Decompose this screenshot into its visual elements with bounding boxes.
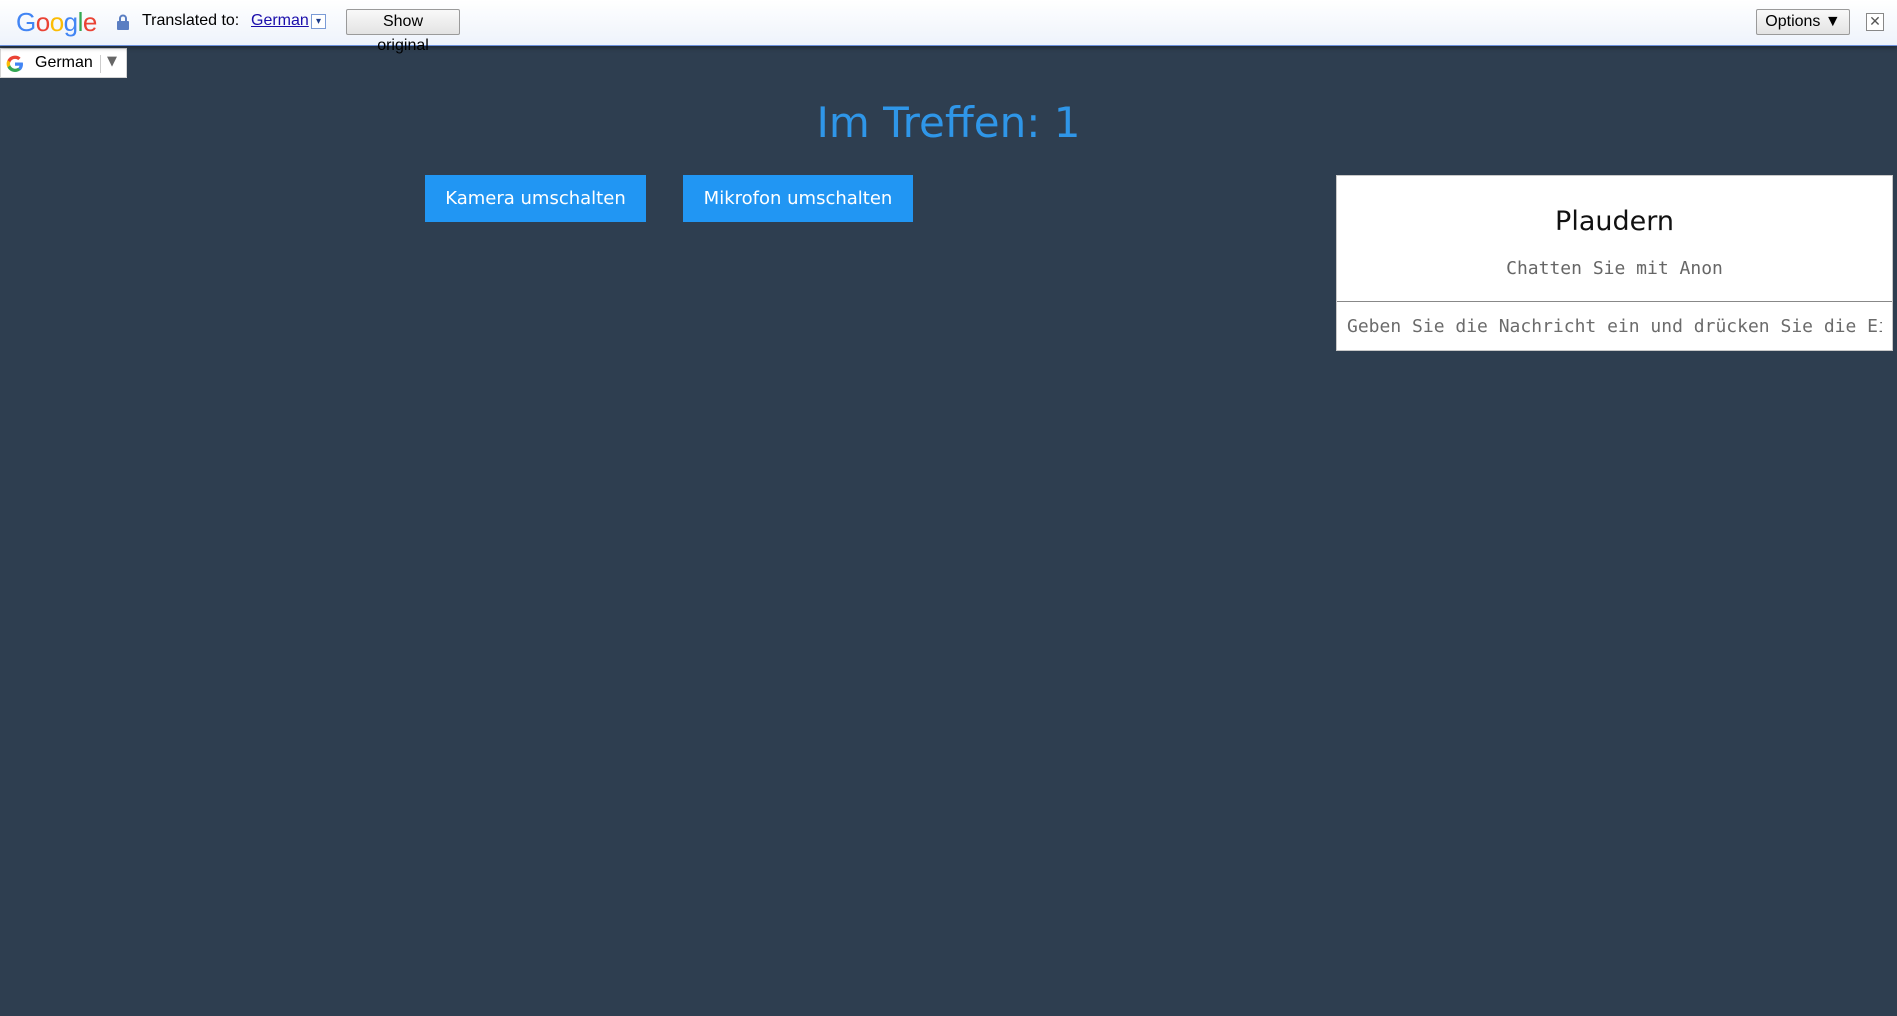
chevron-down-icon[interactable]: ▼ (107, 54, 117, 69)
translated-to-label: Translated to: (142, 12, 240, 29)
dropdown-arrow-icon[interactable]: ▾ (311, 14, 326, 29)
logo-letter: G (16, 7, 36, 37)
chat-message-input[interactable] (1337, 303, 1892, 350)
options-button[interactable]: Options ▼ (1756, 9, 1850, 35)
google-g-icon (6, 55, 23, 72)
toggle-microphone-button[interactable]: Mikrofon umschalten (683, 175, 913, 222)
logo-letter: g (63, 7, 78, 37)
translate-bar: Google Translated to: German ▾ Show orig… (0, 0, 1897, 54)
chat-title: Plaudern (1555, 206, 1674, 237)
divider (1337, 301, 1892, 302)
target-language-link[interactable]: German (251, 12, 309, 30)
toggle-camera-button[interactable]: Kamera umschalten (425, 175, 646, 222)
google-logo: Google (16, 8, 97, 36)
logo-letter: e (82, 7, 97, 37)
language-selector[interactable]: German ▼ (0, 48, 127, 78)
lock-icon (117, 14, 129, 30)
separator (100, 55, 101, 73)
show-original-button[interactable]: Show original (346, 9, 460, 54)
logo-letter: o (49, 7, 64, 37)
logo-letter: o (35, 7, 50, 37)
chat-panel: Plaudern Chatten Sie mit Anon (1336, 175, 1893, 351)
language-selector-label: German (35, 54, 93, 71)
chat-subtitle: Chatten Sie mit Anon (1506, 258, 1723, 279)
meeting-title: Im Treffen: 1 (816, 98, 1081, 147)
close-icon[interactable]: ✕ (1866, 13, 1884, 31)
